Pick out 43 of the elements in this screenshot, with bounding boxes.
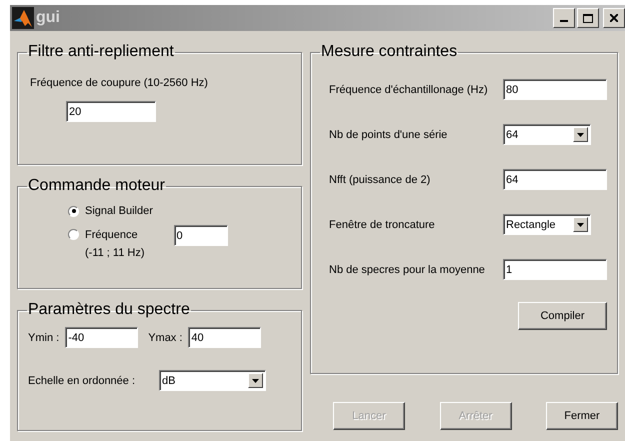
field-label: Echelle en ordonnée : bbox=[28, 374, 136, 386]
field-label: Nb de specres pour la moyenne bbox=[329, 264, 486, 276]
caret-icon bbox=[577, 132, 584, 136]
input-field[interactable]: 1 bbox=[503, 259, 607, 280]
range-label: (-11 ; 11 Hz) bbox=[85, 247, 144, 259]
radio-button[interactable] bbox=[68, 229, 79, 240]
field-label: Nfft (puissance de 2) bbox=[329, 174, 432, 186]
panel-title: Commande moteur bbox=[27, 177, 166, 195]
input-field[interactable]: 20 bbox=[66, 101, 156, 122]
caret-icon bbox=[577, 222, 584, 226]
maximize-icon bbox=[583, 14, 593, 22]
input-field[interactable]: 40 bbox=[188, 327, 262, 348]
close-icon bbox=[610, 14, 618, 22]
app-logo-icon bbox=[12, 7, 34, 29]
maximize-button[interactable] bbox=[577, 8, 599, 28]
input-field[interactable]: 64 bbox=[503, 169, 607, 190]
radio-button[interactable] bbox=[68, 206, 79, 216]
dropdown-button[interactable] bbox=[248, 373, 264, 388]
action-button[interactable]: Fermer bbox=[546, 402, 618, 430]
panel-title: Filtre anti-repliement bbox=[27, 43, 175, 61]
caret-icon bbox=[252, 378, 260, 382]
minimize-button[interactable] bbox=[553, 8, 575, 28]
panel-title: Paramètres du spectre bbox=[27, 301, 191, 319]
window-title: gui bbox=[36, 9, 61, 27]
field-label: Ymin : bbox=[28, 332, 60, 344]
radio-label: Fréquence bbox=[85, 229, 139, 241]
compile-button[interactable]: Compiler bbox=[518, 302, 607, 330]
dropdown-button[interactable] bbox=[573, 217, 588, 232]
field-label: Ymax : bbox=[148, 332, 182, 344]
input-field[interactable]: -40 bbox=[65, 327, 138, 348]
input-field[interactable]: 80 bbox=[503, 79, 607, 100]
dropdown[interactable]: dB bbox=[159, 370, 266, 391]
field-label: Fréquence d'échantillonage (Hz) bbox=[329, 84, 488, 96]
dropdown-button[interactable] bbox=[573, 127, 588, 142]
close-button[interactable] bbox=[603, 8, 625, 28]
field-label: Nb de points d'une série bbox=[329, 128, 448, 140]
field-label: Fréquence de coupure (10-2560 Hz) bbox=[30, 77, 208, 89]
dropdown[interactable]: Rectangle bbox=[503, 214, 591, 235]
input-field[interactable]: 0 bbox=[174, 225, 228, 246]
field-label: Fenêtre de troncature bbox=[329, 218, 436, 230]
dropdown[interactable]: 64 bbox=[503, 124, 591, 145]
radio-label: Signal Builder bbox=[85, 205, 153, 217]
panel-title: Mesure contraintes bbox=[320, 43, 458, 61]
